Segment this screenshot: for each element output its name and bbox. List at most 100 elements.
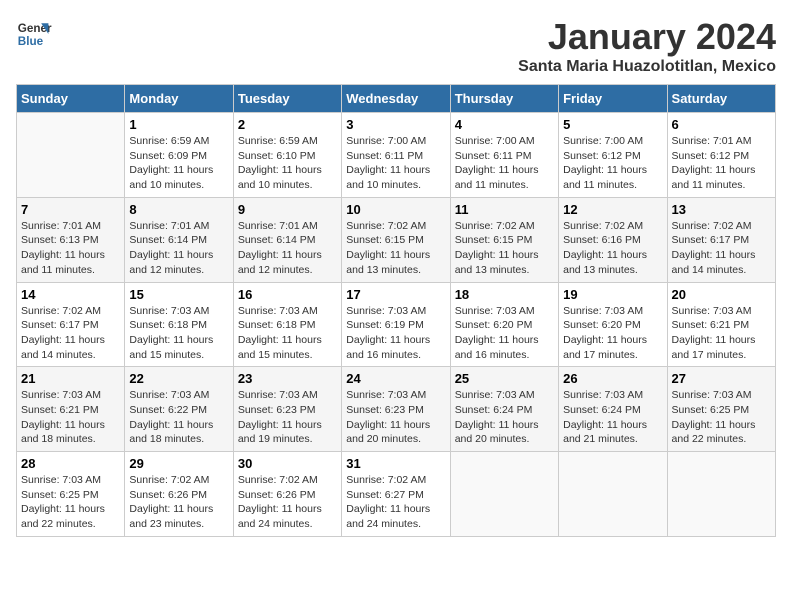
day-number: 9 [238, 202, 337, 217]
logo: General Blue [16, 16, 52, 52]
day-number: 5 [563, 117, 662, 132]
month-title: January 2024 [518, 16, 776, 58]
day-info: Sunrise: 7:03 AMSunset: 6:22 PMDaylight:… [129, 388, 228, 447]
day-info: Sunrise: 7:03 AMSunset: 6:19 PMDaylight:… [346, 304, 445, 363]
day-info: Sunrise: 7:03 AMSunset: 6:20 PMDaylight:… [455, 304, 554, 363]
day-info: Sunrise: 7:00 AMSunset: 6:12 PMDaylight:… [563, 134, 662, 193]
calendar-week-row: 14 Sunrise: 7:02 AMSunset: 6:17 PMDayligh… [17, 282, 776, 367]
calendar-cell: 7Sunrise: 7:01 AMSunset: 6:13 PMDaylight… [17, 197, 125, 282]
calendar-cell: 26Sunrise: 7:03 AMSunset: 6:24 PMDayligh… [559, 367, 667, 452]
calendar-cell [667, 452, 775, 537]
day-info: Sunrise: 7:02 AMSunset: 6:15 PMDaylight:… [346, 219, 445, 278]
calendar-cell: 19 Sunrise: 7:03 AMSunset: 6:20 PMDayligh… [559, 282, 667, 367]
day-info: Sunrise: 7:00 AMSunset: 6:11 PMDaylight:… [455, 134, 554, 193]
calendar-cell: 5 Sunrise: 7:00 AMSunset: 6:12 PMDaylight… [559, 113, 667, 198]
day-number: 26 [563, 371, 662, 386]
day-info: Sunrise: 7:03 AMSunset: 6:18 PMDaylight:… [129, 304, 228, 363]
day-info: Sunrise: 7:02 AMSunset: 6:16 PMDaylight:… [563, 219, 662, 278]
day-info: Sunrise: 7:01 AMSunset: 6:14 PMDaylight:… [129, 219, 228, 278]
day-info: Sunrise: 7:03 AMSunset: 6:24 PMDaylight:… [455, 388, 554, 447]
calendar-week-row: 1 Sunrise: 6:59 AMSunset: 6:09 PMDaylight… [17, 113, 776, 198]
day-number: 23 [238, 371, 337, 386]
day-number: 20 [672, 287, 771, 302]
day-header-friday: Friday [559, 85, 667, 113]
day-number: 25 [455, 371, 554, 386]
calendar-cell: 29 Sunrise: 7:02 AMSunset: 6:26 PMDayligh… [125, 452, 233, 537]
day-number: 15 [129, 287, 228, 302]
calendar-cell: 30 Sunrise: 7:02 AMSunset: 6:26 PMDayligh… [233, 452, 341, 537]
day-number: 18 [455, 287, 554, 302]
day-number: 3 [346, 117, 445, 132]
day-header-thursday: Thursday [450, 85, 558, 113]
calendar-cell: 27 Sunrise: 7:03 AMSunset: 6:25 PMDayligh… [667, 367, 775, 452]
day-number: 16 [238, 287, 337, 302]
day-number: 2 [238, 117, 337, 132]
day-info: Sunrise: 7:03 AMSunset: 6:23 PMDaylight:… [346, 388, 445, 447]
calendar-cell: 31 Sunrise: 7:02 AMSunset: 6:27 PMDayligh… [342, 452, 450, 537]
day-info: Sunrise: 7:01 AMSunset: 6:14 PMDaylight:… [238, 219, 337, 278]
calendar-cell: 22Sunrise: 7:03 AMSunset: 6:22 PMDayligh… [125, 367, 233, 452]
calendar-cell: 9 Sunrise: 7:01 AMSunset: 6:14 PMDaylight… [233, 197, 341, 282]
calendar-body: 1 Sunrise: 6:59 AMSunset: 6:09 PMDaylight… [17, 113, 776, 537]
day-info: Sunrise: 6:59 AMSunset: 6:10 PMDaylight:… [238, 134, 337, 193]
calendar-cell: 15 Sunrise: 7:03 AMSunset: 6:18 PMDayligh… [125, 282, 233, 367]
day-number: 8 [129, 202, 228, 217]
day-number: 4 [455, 117, 554, 132]
calendar-week-row: 28Sunrise: 7:03 AMSunset: 6:25 PMDayligh… [17, 452, 776, 537]
calendar-cell: 25 Sunrise: 7:03 AMSunset: 6:24 PMDayligh… [450, 367, 558, 452]
calendar-cell: 10 Sunrise: 7:02 AMSunset: 6:15 PMDayligh… [342, 197, 450, 282]
calendar-cell: 1 Sunrise: 6:59 AMSunset: 6:09 PMDaylight… [125, 113, 233, 198]
day-number: 29 [129, 456, 228, 471]
calendar-week-row: 7Sunrise: 7:01 AMSunset: 6:13 PMDaylight… [17, 197, 776, 282]
calendar-cell: 18 Sunrise: 7:03 AMSunset: 6:20 PMDayligh… [450, 282, 558, 367]
day-info: Sunrise: 7:03 AMSunset: 6:20 PMDaylight:… [563, 304, 662, 363]
calendar-cell: 23 Sunrise: 7:03 AMSunset: 6:23 PMDayligh… [233, 367, 341, 452]
header: General Blue January 2024 Santa Maria Hu… [16, 16, 776, 76]
title-area: January 2024 Santa Maria Huazolotitlan, … [518, 16, 776, 76]
day-info: Sunrise: 7:03 AMSunset: 6:25 PMDaylight:… [672, 388, 771, 447]
day-info: Sunrise: 7:02 AMSunset: 6:17 PMDaylight:… [672, 219, 771, 278]
calendar-cell: 13Sunrise: 7:02 AMSunset: 6:17 PMDayligh… [667, 197, 775, 282]
calendar-cell: 16Sunrise: 7:03 AMSunset: 6:18 PMDayligh… [233, 282, 341, 367]
day-info: Sunrise: 7:02 AMSunset: 6:17 PMDaylight:… [21, 304, 120, 363]
day-info: Sunrise: 7:03 AMSunset: 6:21 PMDaylight:… [672, 304, 771, 363]
day-number: 1 [129, 117, 228, 132]
day-header-wednesday: Wednesday [342, 85, 450, 113]
day-header-saturday: Saturday [667, 85, 775, 113]
day-info: Sunrise: 7:03 AMSunset: 6:21 PMDaylight:… [21, 388, 120, 447]
calendar-header-row: SundayMondayTuesdayWednesdayThursdayFrid… [17, 85, 776, 113]
day-info: Sunrise: 7:03 AMSunset: 6:23 PMDaylight:… [238, 388, 337, 447]
location-title: Santa Maria Huazolotitlan, Mexico [518, 58, 776, 76]
day-number: 19 [563, 287, 662, 302]
day-number: 6 [672, 117, 771, 132]
day-info: Sunrise: 7:02 AMSunset: 6:26 PMDaylight:… [238, 473, 337, 532]
day-number: 14 [21, 287, 120, 302]
day-info: Sunrise: 7:02 AMSunset: 6:26 PMDaylight:… [129, 473, 228, 532]
day-info: Sunrise: 7:00 AMSunset: 6:11 PMDaylight:… [346, 134, 445, 193]
day-number: 10 [346, 202, 445, 217]
day-number: 31 [346, 456, 445, 471]
calendar-cell: 11Sunrise: 7:02 AMSunset: 6:15 PMDayligh… [450, 197, 558, 282]
day-info: Sunrise: 7:02 AMSunset: 6:27 PMDaylight:… [346, 473, 445, 532]
day-number: 27 [672, 371, 771, 386]
day-number: 17 [346, 287, 445, 302]
day-number: 24 [346, 371, 445, 386]
day-header-monday: Monday [125, 85, 233, 113]
day-info: Sunrise: 6:59 AMSunset: 6:09 PMDaylight:… [129, 134, 228, 193]
calendar-table: SundayMondayTuesdayWednesdayThursdayFrid… [16, 84, 776, 537]
logo-icon: General Blue [16, 16, 52, 52]
day-info: Sunrise: 7:01 AMSunset: 6:13 PMDaylight:… [21, 219, 120, 278]
day-info: Sunrise: 7:02 AMSunset: 6:15 PMDaylight:… [455, 219, 554, 278]
calendar-cell [17, 113, 125, 198]
calendar-cell: 3 Sunrise: 7:00 AMSunset: 6:11 PMDaylight… [342, 113, 450, 198]
day-header-tuesday: Tuesday [233, 85, 341, 113]
day-header-sunday: Sunday [17, 85, 125, 113]
calendar-cell: 24 Sunrise: 7:03 AMSunset: 6:23 PMDayligh… [342, 367, 450, 452]
calendar-week-row: 21Sunrise: 7:03 AMSunset: 6:21 PMDayligh… [17, 367, 776, 452]
day-info: Sunrise: 7:01 AMSunset: 6:12 PMDaylight:… [672, 134, 771, 193]
calendar-cell: 21Sunrise: 7:03 AMSunset: 6:21 PMDayligh… [17, 367, 125, 452]
day-number: 30 [238, 456, 337, 471]
calendar-cell: 4 Sunrise: 7:00 AMSunset: 6:11 PMDaylight… [450, 113, 558, 198]
calendar-cell: 8 Sunrise: 7:01 AMSunset: 6:14 PMDaylight… [125, 197, 233, 282]
calendar-cell: 6 Sunrise: 7:01 AMSunset: 6:12 PMDaylight… [667, 113, 775, 198]
